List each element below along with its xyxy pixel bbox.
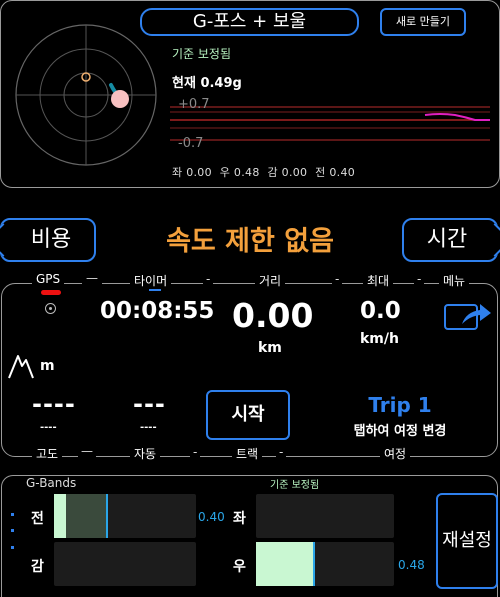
decel-band-label: 감 xyxy=(31,559,44,575)
cost-button[interactable]: 비용 xyxy=(0,218,96,262)
cost-button-label: 비용 xyxy=(30,227,72,252)
readout-decel: 감 0.00 xyxy=(267,166,308,179)
trip-name[interactable]: Trip 1 xyxy=(340,393,460,417)
gbands-calibrated-label: 기준 보정됨 xyxy=(270,480,320,491)
separator: - xyxy=(332,272,343,286)
max-label: 최대 xyxy=(363,272,394,289)
readout-accel: 전 0.40 xyxy=(315,166,356,179)
share-icon[interactable] xyxy=(444,298,492,332)
separator: — xyxy=(82,271,102,285)
gforce-trace xyxy=(170,106,490,141)
separator: — xyxy=(78,444,96,458)
separator: - xyxy=(414,272,425,286)
current-g: 현재 0.49g xyxy=(172,76,242,91)
distance-label: 거리 xyxy=(255,272,286,289)
timer-indicator xyxy=(149,289,161,291)
accel-band xyxy=(54,494,196,538)
reset-button[interactable]: 재설정 xyxy=(436,493,498,589)
trace-minus-label: -0.7 xyxy=(178,136,204,151)
track-label: 트랙 xyxy=(232,445,263,462)
trace-plus-label: +0.7 xyxy=(178,97,210,112)
auto-subvalue: ---- xyxy=(140,422,157,433)
right-band xyxy=(256,542,394,586)
max-value: 0.0 xyxy=(360,298,401,324)
chevron-left-icon xyxy=(0,223,20,257)
time-button-label: 시간 xyxy=(426,227,468,252)
new-button[interactable]: 새로 만들기 xyxy=(380,8,466,36)
altitude-unit: m xyxy=(40,358,55,374)
left-band-label: 좌 xyxy=(233,511,246,527)
time-button[interactable]: 시간 xyxy=(402,218,500,262)
separator: - xyxy=(203,272,214,286)
altitude-label: 고도 xyxy=(32,445,63,462)
separator: - xyxy=(276,445,287,459)
calibrated-label: 기준 보정됨 xyxy=(172,47,232,61)
auto-label: 자동 xyxy=(130,445,161,462)
speed-limit: 속도 제한 없음 xyxy=(166,226,334,257)
gforce-readout: 좌 0.00 우 0.48 감 0.00 전 0.40 xyxy=(172,164,359,180)
trip-hint[interactable]: 탭하여 여정 변경 xyxy=(318,420,482,439)
readout-left: 좌 0.00 xyxy=(172,166,212,179)
gforce-title[interactable]: G-포스 + 보울 xyxy=(140,8,359,36)
chevron-right-icon xyxy=(478,223,500,257)
distance-unit: km xyxy=(258,340,282,356)
auto-value: --- xyxy=(133,390,166,418)
right-band-label: 우 xyxy=(233,559,246,575)
journey-label: 여정 xyxy=(380,445,411,462)
right-band-value: 0.48 xyxy=(398,558,425,572)
timer-label: 타이머 xyxy=(130,272,172,289)
left-band xyxy=(256,494,394,538)
separator: - xyxy=(190,445,201,459)
max-unit: km/h xyxy=(360,331,399,347)
band-dot xyxy=(11,529,14,532)
timer-value: 00:08:55 xyxy=(100,298,215,324)
gps-icon xyxy=(45,303,56,314)
altitude-value: ---- xyxy=(32,390,76,418)
distance-value: 0.00 xyxy=(232,296,314,335)
gps-status-bar xyxy=(41,290,61,295)
accel-band-value: 0.40 xyxy=(198,510,225,524)
altitude-subvalue: ---- xyxy=(40,422,57,433)
gbands-title: G-Bands xyxy=(26,476,77,490)
accel-band-label: 전 xyxy=(31,511,44,527)
readout-right: 우 0.48 xyxy=(219,166,260,179)
start-button[interactable]: 시작 xyxy=(206,390,290,440)
altitude-icon xyxy=(8,355,34,379)
gforce-radar xyxy=(15,24,157,166)
band-dot xyxy=(11,513,14,516)
decel-band xyxy=(54,542,196,586)
band-dot xyxy=(11,546,14,549)
menu-label[interactable]: 메뉴 xyxy=(439,272,470,289)
gforce-dot xyxy=(111,90,129,108)
gps-label: GPS xyxy=(32,272,65,286)
